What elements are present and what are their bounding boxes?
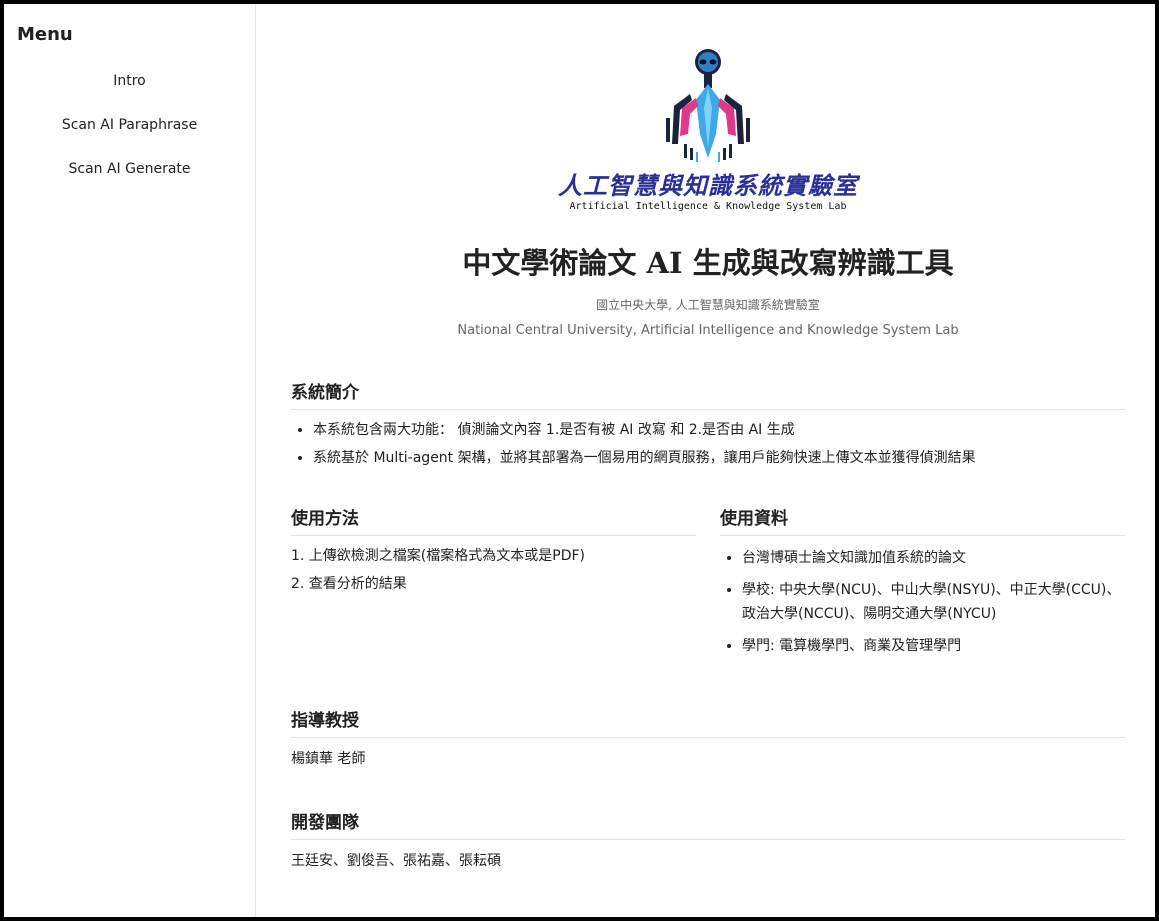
team-members: 王廷安、劉俊吾、張祐嘉、張耘碩 — [291, 853, 501, 869]
lab-name-english: Artificial Intelligence & Knowledge Syst… — [569, 201, 847, 212]
team-section: 開發團隊 王廷安、劉俊吾、張祐嘉、張耘碩 — [291, 808, 1125, 870]
page-title: 中文學術論文 AI 生成與改寫辨識工具 — [462, 246, 954, 280]
lab-name-chinese: 人工智慧與知識系統實驗室 — [558, 171, 858, 200]
usage-and-data-row: 使用方法 1. 上傳欲檢測之檔案(檔案格式為文本或是PDF) 2. 查看分析的結… — [291, 504, 1125, 666]
intro-section: 系統簡介 本系統包含兩大功能： 偵測論文內容 1.是否有被 AI 改寫 和 2.… — [291, 378, 1125, 468]
dataset-section: 使用資料 台灣博碩士論文知識加值系統的論文 學校: 中央大學(NCU)、中山大學… — [720, 504, 1125, 666]
sidebar-item-scan-ai-paraphrase[interactable]: Scan AI Paraphrase — [4, 115, 255, 159]
advisor-name: 楊鎮華 老師 — [291, 751, 366, 767]
intro-item: 本系統包含兩大功能： 偵測論文內容 1.是否有被 AI 改寫 和 2.是否由 A… — [313, 420, 1125, 440]
sidebar: Menu Intro Scan AI Paraphrase Scan AI Ge… — [4, 4, 256, 917]
usage-step: 1. 上傳欲檢測之檔案(檔案格式為文本或是PDF) — [291, 548, 586, 564]
team-heading: 開發團隊 — [291, 808, 1125, 840]
lab-logo: 人工智慧與知識系統實驗室 Artificial Intelligence & K… — [291, 48, 1125, 212]
advisor-heading: 指導教授 — [291, 706, 1125, 738]
sidebar-menu: Intro Scan AI Paraphrase Scan AI Generat… — [4, 71, 255, 203]
dataset-item: 台灣博碩士論文知識加值系統的論文 — [742, 546, 1125, 570]
main-content: 人工智慧與知識系統實驗室 Artificial Intelligence & K… — [256, 4, 1155, 917]
sidebar-item-scan-ai-generate[interactable]: Scan AI Generate — [4, 159, 255, 203]
dataset-item: 學門: 電算機學門、商業及管理學門 — [742, 634, 1125, 658]
intro-item: 系統基於 Multi-agent 架構，並將其部署為一個易用的網頁服務，讓用戶能… — [313, 448, 1125, 468]
robot-logo-icon — [666, 49, 750, 162]
intro-heading: 系統簡介 — [291, 378, 1125, 410]
usage-step: 2. 查看分析的結果 — [291, 576, 407, 592]
advisor-section: 指導教授 楊鎮華 老師 — [291, 706, 1125, 768]
menu-title: Menu — [17, 24, 73, 45]
dataset-heading: 使用資料 — [720, 504, 1125, 536]
sidebar-item-intro[interactable]: Intro — [4, 71, 255, 115]
subtitle-english: National Central University, Artificial … — [457, 323, 959, 338]
usage-section: 使用方法 1. 上傳欲檢測之檔案(檔案格式為文本或是PDF) 2. 查看分析的結… — [291, 504, 696, 666]
usage-heading: 使用方法 — [291, 504, 696, 536]
dataset-item: 學校: 中央大學(NCU)、中山大學(NSYU)、中正大學(CCU)、政治大學(… — [742, 578, 1125, 626]
subtitle-chinese: 國立中央大學, 人工智慧與知識系統實驗室 — [596, 298, 820, 312]
